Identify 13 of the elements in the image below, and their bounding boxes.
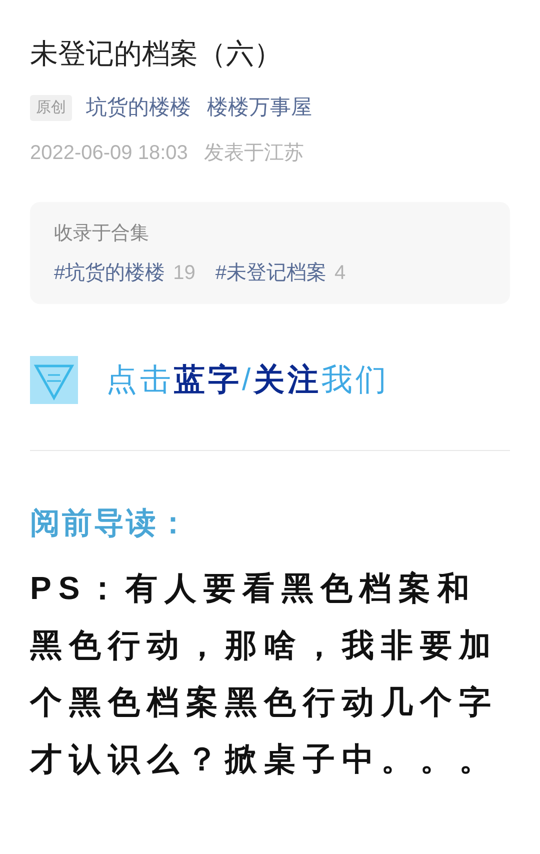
intro-heading: 阅前导读： <box>30 506 191 542</box>
follow-banner-text: 点击蓝字/关注我们 <box>106 360 390 399</box>
collection-label: 收录于合集 <box>54 222 150 246</box>
publish-time: 2022-06-09 18:03 <box>30 140 188 166</box>
collection-tag[interactable]: #坑货的楼楼 19 <box>54 258 196 288</box>
intro-paragraph: PS：有人要看黑色档案和黑色行动，那啥，我非要加个黑色档案黑色行动几个字才认识么？掀桌子中。。。 <box>30 569 499 779</box>
triangle-logo-icon <box>30 356 78 404</box>
publish-location: 发表于江苏 <box>204 140 304 166</box>
collection-tag[interactable]: #未登记档案 4 <box>215 258 346 288</box>
account-link[interactable]: 楼楼万事屋 <box>207 92 312 124</box>
article-title: 未登记的档案（六） <box>30 37 283 71</box>
author-link[interactable]: 坑货的楼楼 <box>86 92 191 124</box>
original-tag: 原创 <box>30 94 72 121</box>
